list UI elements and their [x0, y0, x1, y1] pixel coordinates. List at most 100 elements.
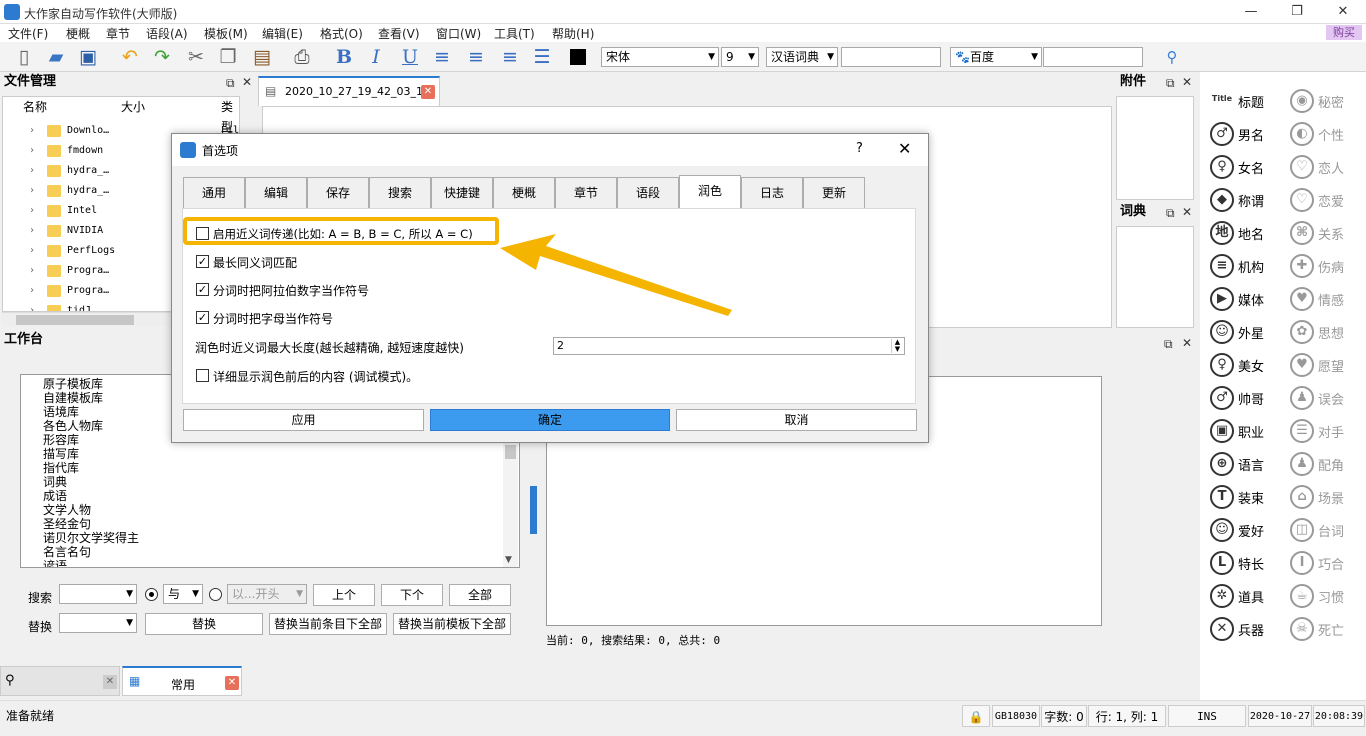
close-panel-icon[interactable]: ✕	[1182, 75, 1192, 89]
dialog-close-icon[interactable]: ✕	[898, 139, 911, 158]
close-panel-icon[interactable]: ✕	[1182, 205, 1192, 219]
menu-tools[interactable]: 工具(T)	[494, 25, 535, 42]
sidebar-item-left-13[interactable]: ☺ 爱好	[1200, 515, 1280, 545]
list-item[interactable]: 成语	[43, 489, 67, 503]
menu-window[interactable]: 窗口(W)	[436, 25, 481, 42]
sidebar-item-right-4[interactable]: ⌘ 关系	[1280, 218, 1360, 248]
sidebar-item-right-11[interactable]: ♟ 配角	[1280, 449, 1360, 479]
menu-outline[interactable]: 梗概	[66, 25, 90, 42]
tab-chapter[interactable]: 章节	[555, 177, 617, 209]
redo-icon[interactable]: ↷	[150, 45, 174, 69]
next-button[interactable]: 下个	[381, 584, 443, 606]
replace-button[interactable]: 替换	[145, 613, 263, 635]
sidebar-item-right-9[interactable]: ♟ 误会	[1280, 383, 1360, 413]
prev-button[interactable]: 上个	[313, 584, 375, 606]
sidebar-item-right-2[interactable]: ♡ 恋人	[1280, 152, 1360, 182]
list-item[interactable]: 形容库	[43, 433, 79, 447]
font-size-select[interactable]: 9 ▼	[721, 47, 759, 67]
menu-help[interactable]: 帮助(H)	[552, 25, 594, 42]
close-panel-icon[interactable]: ✕	[1182, 336, 1192, 350]
print-icon[interactable]: ⎙	[290, 45, 314, 69]
tab-segment[interactable]: 语段	[617, 177, 679, 209]
menu-file[interactable]: 文件(F)	[8, 25, 48, 42]
and-select[interactable]: 与 ▼	[163, 584, 203, 604]
maxlen-spinbox[interactable]: 2 ▲ ▼	[553, 337, 905, 355]
font-select[interactable]: 宋体 ▼	[601, 47, 719, 67]
align-right-icon[interactable]: ≡	[498, 45, 522, 69]
sidebar-item-left-4[interactable]: 地地名	[1200, 218, 1280, 248]
tab-polish[interactable]: 润色	[679, 175, 741, 209]
menu-segment[interactable]: 语段(A)	[146, 25, 188, 42]
maximize-button[interactable]: ❐	[1274, 0, 1320, 24]
sidebar-item-right-6[interactable]: ♥ 情感	[1280, 284, 1360, 314]
sidebar-item-left-8[interactable]: ♀ 美女	[1200, 350, 1280, 380]
tab-search[interactable]: ⚲ ✕	[0, 666, 120, 696]
splitter-handle[interactable]	[530, 486, 537, 534]
sidebar-item-right-3[interactable]: ♡ 恋爱	[1280, 185, 1360, 215]
search-icon[interactable]: ⚲	[1160, 45, 1184, 69]
underline-icon[interactable]: U	[398, 45, 422, 69]
digits-as-symbol-checkbox[interactable]: ✓	[196, 283, 209, 296]
copy-icon[interactable]: ❐	[216, 45, 240, 69]
bold-icon[interactable]: B	[332, 45, 356, 69]
list-item[interactable]: 名言名句	[43, 545, 91, 559]
sidebar-item-right-1[interactable]: ◐ 个性	[1280, 119, 1360, 149]
tab-document[interactable]: ▤ 2020_10_27_19_42_03_1 ✕	[258, 76, 440, 106]
start-radio[interactable]	[209, 588, 222, 601]
cut-icon[interactable]: ✂	[184, 45, 208, 69]
sidebar-item-left-11[interactable]: ⊕ 语言	[1200, 449, 1280, 479]
sidebar-item-left-5[interactable]: ≡ 机构	[1200, 251, 1280, 281]
sidebar-item-left-0[interactable]: Title 标题	[1200, 86, 1280, 116]
tab-save[interactable]: 保存	[307, 177, 369, 209]
ok-button[interactable]: 确定	[430, 409, 670, 431]
verbose-checkbox[interactable]	[196, 369, 209, 382]
list-item[interactable]: 诺贝尔文学奖得主	[43, 531, 139, 545]
help-button[interactable]: ?	[856, 141, 863, 156]
italic-icon[interactable]: I	[364, 45, 388, 69]
close-window-button[interactable]: ✕	[1320, 0, 1366, 24]
align-center-icon[interactable]: ≡	[464, 45, 488, 69]
dictionary-select[interactable]: 汉语词典 ▼	[766, 47, 838, 67]
float-icon[interactable]: ⧉	[1164, 337, 1173, 352]
close-tab-icon[interactable]: ✕	[421, 85, 435, 99]
sidebar-item-right-16[interactable]: ☠ 死亡	[1280, 614, 1360, 644]
menu-format[interactable]: 格式(O)	[320, 25, 363, 42]
close-panel-icon[interactable]: ✕	[242, 75, 252, 89]
column-name[interactable]: 名称	[23, 97, 47, 117]
align-left-icon[interactable]: ≡	[430, 45, 454, 69]
paste-icon[interactable]: ▤	[250, 45, 274, 69]
sidebar-item-right-0[interactable]: ◉ 秘密	[1280, 86, 1360, 116]
list-item[interactable]: 各色人物库	[43, 419, 103, 433]
letters-as-symbol-checkbox[interactable]: ✓	[196, 311, 209, 324]
list-item[interactable]: 原子模板库	[43, 377, 103, 391]
web-search-input[interactable]	[1043, 47, 1143, 67]
tab-log[interactable]: 日志	[741, 177, 803, 209]
replace-template-button[interactable]: 替换当前模板下全部	[393, 613, 511, 635]
float-icon[interactable]: ⧉	[1166, 76, 1175, 91]
search-input[interactable]: ▼	[59, 584, 137, 604]
list-item[interactable]: 词典	[43, 475, 67, 489]
buy-button[interactable]: 购买	[1326, 25, 1362, 40]
list-item[interactable]: 指代库	[43, 461, 79, 475]
open-folder-icon[interactable]: ▰	[44, 45, 68, 69]
tab-common[interactable]: ▦ 常用 ✕	[122, 666, 242, 696]
dictionary-content[interactable]	[1116, 226, 1194, 328]
save-icon[interactable]: ▣	[76, 45, 100, 69]
tab-edit[interactable]: 编辑	[245, 177, 307, 209]
sidebar-item-right-8[interactable]: ♥ 愿望	[1280, 350, 1360, 380]
all-button[interactable]: 全部	[449, 584, 511, 606]
list-item[interactable]: 圣经金句	[43, 517, 91, 531]
list-item[interactable]: 文学人物	[43, 503, 91, 517]
list-item[interactable]: 语境库	[43, 405, 79, 419]
tab-outline[interactable]: 梗概	[493, 177, 555, 209]
sidebar-item-right-14[interactable]: I 巧合	[1280, 548, 1360, 578]
menu-edit[interactable]: 编辑(E)	[262, 25, 303, 42]
replace-input[interactable]: ▼	[59, 613, 137, 633]
close-tab-icon[interactable]: ✕	[103, 675, 117, 689]
sidebar-item-left-1[interactable]: ♂ 男名	[1200, 119, 1280, 149]
sidebar-item-left-6[interactable]: ▶ 媒体	[1200, 284, 1280, 314]
sidebar-item-right-13[interactable]: ◫ 台词	[1280, 515, 1360, 545]
sidebar-item-left-7[interactable]: ☺ 外星	[1200, 317, 1280, 347]
apply-button[interactable]: 应用	[183, 409, 424, 431]
list-item[interactable]: 描写库	[43, 447, 79, 461]
